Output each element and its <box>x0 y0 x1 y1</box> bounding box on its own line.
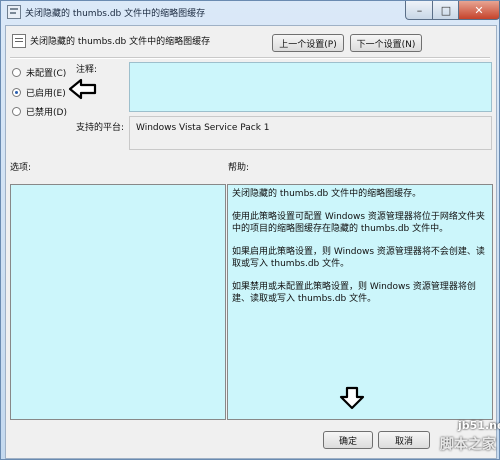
dialog-body: 关闭隐藏的 thumbs.db 文件中的缩略图缓存 上一个设置(P) 下一个设置… <box>5 25 497 459</box>
watermark-site: jb51.net <box>458 419 500 432</box>
left-arrow-icon <box>68 78 97 100</box>
previous-setting-button[interactable]: 上一个设置(P) <box>272 34 344 52</box>
minimize-button[interactable]: – <box>405 1 434 20</box>
platform-label: 支持的平台: <box>76 123 125 133</box>
help-paragraph: 使用此策略设置可配置 Windows 资源管理器将位于网络文件夹中的项目的缩略图… <box>232 212 485 234</box>
radio-circle[interactable] <box>12 88 21 97</box>
help-label: 帮助: <box>228 163 250 173</box>
radio-circle[interactable] <box>12 107 21 116</box>
comment-textarea[interactable] <box>129 62 492 112</box>
down-arrow-icon <box>339 386 365 410</box>
radio-circle[interactable] <box>12 68 21 77</box>
radio-label: 已禁用(D) <box>26 108 67 118</box>
radio-enabled[interactable]: 已启用(E) <box>12 86 66 99</box>
help-paragraph: 如果启用此策略设置，则 Windows 资源管理器将不会创建、读取或写入 thu… <box>232 247 485 269</box>
options-panel <box>10 184 226 420</box>
ok-button[interactable]: 确定 <box>323 431 373 449</box>
help-paragraph: 如果禁用或未配置此策略设置，则 Windows 资源管理器将创建、读取或写入 t… <box>232 282 476 304</box>
radio-label: 已启用(E) <box>26 89 66 99</box>
maximize-button[interactable]: □ <box>432 1 460 20</box>
radio-not-configured[interactable]: 未配置(C) <box>12 66 66 79</box>
radio-label: 未配置(C) <box>26 69 67 79</box>
help-paragraph: 关闭隐藏的 thumbs.db 文件中的缩略图缓存。 <box>232 189 422 199</box>
options-label: 选项: <box>10 163 32 173</box>
radio-disabled[interactable]: 已禁用(D) <box>12 105 67 118</box>
watermark-name: 脚本之家 <box>440 437 496 453</box>
window-title: 关闭隐藏的 thumbs.db 文件中的缩略图缓存 <box>25 9 206 19</box>
comment-label: 注释: <box>76 65 98 75</box>
next-setting-button[interactable]: 下一个设置(N) <box>350 34 422 52</box>
policy-icon <box>7 5 21 19</box>
setting-title: 关闭隐藏的 thumbs.db 文件中的缩略图缓存 <box>30 37 211 47</box>
divider <box>10 57 490 59</box>
platform-value: Windows Vista Service Pack 1 <box>136 123 270 133</box>
help-panel[interactable]: 关闭隐藏的 thumbs.db 文件中的缩略图缓存。 使用此策略设置可配置 Wi… <box>227 184 493 420</box>
close-button[interactable]: ✕ <box>458 1 500 20</box>
cancel-button[interactable]: 取消 <box>378 431 430 449</box>
title-bar[interactable]: 关闭隐藏的 thumbs.db 文件中的缩略图缓存 – □ ✕ <box>1 1 500 23</box>
platform-field: Windows Vista Service Pack 1 <box>129 116 492 150</box>
dialog-window: 关闭隐藏的 thumbs.db 文件中的缩略图缓存 – □ ✕ 关闭隐藏的 th… <box>0 0 500 460</box>
setting-icon <box>12 34 26 48</box>
